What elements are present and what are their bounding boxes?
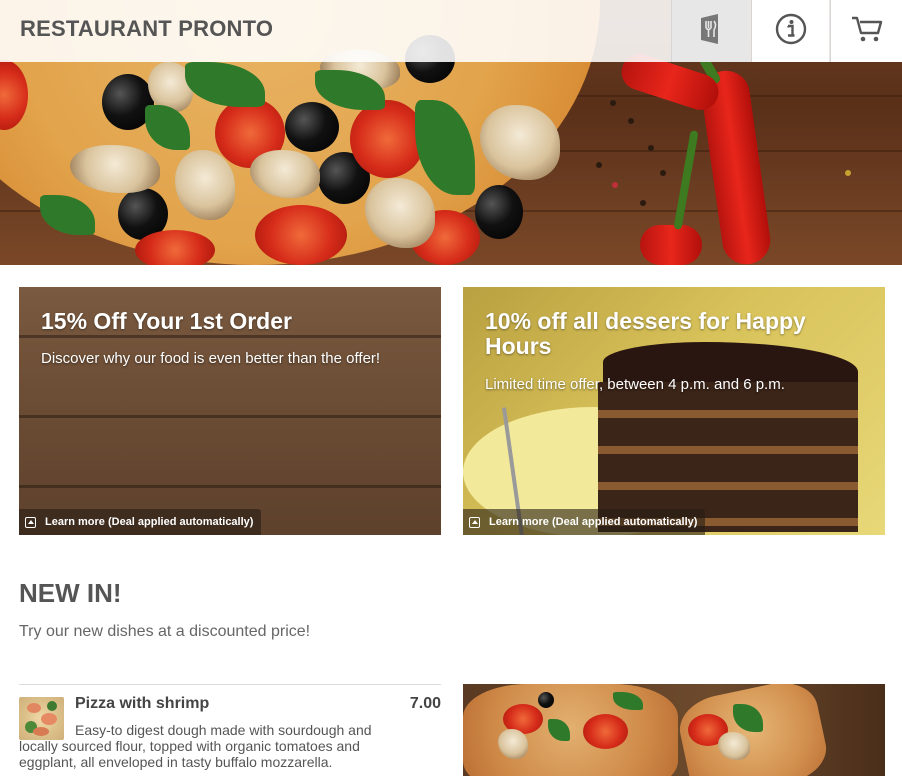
learn-more-button[interactable]: Learn more (Deal applied automatically) <box>19 509 262 535</box>
dish-price: 7.00 <box>409 695 441 712</box>
cart-button[interactable] <box>830 0 902 62</box>
top-bar: RESTAURANT PRONTO <box>0 0 902 62</box>
promo-card-happy-hours[interactable]: 10% off all dessers for Happy Hours Limi… <box>463 287 885 535</box>
info-button[interactable] <box>751 0 829 62</box>
section-title: NEW IN! <box>19 578 122 608</box>
learn-more-button[interactable]: Learn more (Deal applied automatically) <box>463 509 706 535</box>
featured-dish-photo[interactable] <box>463 684 885 776</box>
promo-card-first-order[interactable]: 15% Off Your 1st Order Discover why our … <box>19 287 441 535</box>
dish-name[interactable]: Pizza with shrimp <box>75 695 209 713</box>
learn-more-label: Learn more (Deal applied automatically) <box>489 516 698 528</box>
expand-up-icon <box>25 516 36 528</box>
info-icon <box>775 13 807 50</box>
learn-more-label: Learn more (Deal applied automatically) <box>45 516 254 528</box>
section-subtitle: Try our new dishes at a discounted price… <box>19 623 311 640</box>
promo-text: Discover why our food is even better tha… <box>41 350 381 367</box>
expand-up-icon <box>469 516 480 528</box>
promo-text: Limited time offer, between 4 p.m. and 6… <box>485 376 785 393</box>
brand-title[interactable]: RESTAURANT PRONTO <box>20 16 273 42</box>
cart-icon <box>850 14 884 49</box>
menu-button[interactable] <box>671 0 749 62</box>
divider <box>19 684 441 685</box>
promo-title: 10% off all dessers for Happy Hours <box>485 308 806 359</box>
promo-title: 15% Off Your 1st Order <box>41 308 292 334</box>
dish-description: Easy-to digest dough made with sourdough… <box>19 722 372 770</box>
menu-icon <box>698 12 724 51</box>
